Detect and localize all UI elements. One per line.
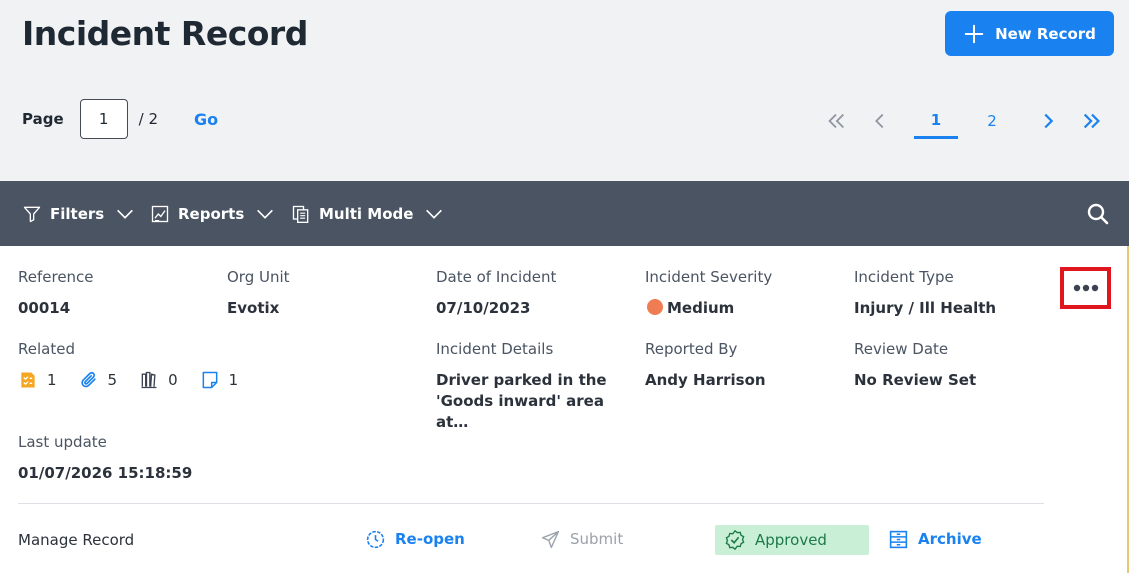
reference-label: Reference — [18, 268, 94, 286]
last-update-label: Last update — [18, 433, 107, 451]
multi-mode-dropdown[interactable]: Multi Mode — [291, 181, 445, 246]
incident-type-value: Injury / Ill Health — [854, 299, 997, 317]
note-icon — [202, 371, 218, 389]
new-record-label: New Record — [995, 24, 1096, 43]
next-page-button[interactable] — [1037, 103, 1059, 139]
related-documents-count: 0 — [168, 371, 178, 389]
chevron-down-icon — [426, 209, 443, 219]
chevron-down-icon — [117, 209, 134, 219]
send-icon — [541, 530, 560, 548]
reported-by-label: Reported By — [645, 340, 738, 358]
multi-mode-label: Multi Mode — [319, 204, 414, 223]
reference-value: 00014 — [18, 299, 71, 317]
first-page-button[interactable] — [825, 103, 847, 139]
reports-label: Reports — [178, 204, 245, 223]
new-record-button[interactable]: New Record — [945, 11, 1114, 56]
task-list-icon — [21, 372, 35, 388]
books-icon — [141, 371, 157, 389]
related-notes-count: 1 — [228, 371, 239, 389]
related-attachments[interactable]: 5 — [79, 370, 118, 390]
org-unit-value: Evotix — [227, 299, 280, 317]
paperclip-icon — [80, 371, 96, 388]
archive-cabinet-icon — [889, 530, 908, 548]
related-notes[interactable]: 1 — [200, 370, 239, 390]
page-title: Incident Record — [22, 14, 308, 53]
page-2-button[interactable]: 2 — [970, 103, 1014, 139]
report-chart-icon — [151, 205, 169, 222]
submit-button[interactable]: Submit — [540, 524, 623, 554]
related-label: Related — [18, 340, 75, 358]
chevron-down-icon — [257, 209, 274, 219]
related-items: 1 5 0 1 — [18, 368, 260, 392]
severity-dot-icon — [647, 299, 663, 315]
page-header-area: Incident Record New Record Page / 2 Go 1… — [0, 0, 1129, 181]
incident-type-label: Incident Type — [854, 268, 954, 286]
incident-severity-value: Medium — [647, 299, 734, 317]
chevron-right-icon — [1044, 113, 1054, 129]
date-of-incident-label: Date of Incident — [436, 268, 557, 286]
last-update-value: 01/07/2026 15:18:59 — [18, 464, 193, 482]
related-tasks-count: 1 — [47, 371, 57, 389]
archive-label: Archive — [918, 530, 982, 548]
incident-details-value: Driver parked in the 'Goods inward' area… — [436, 371, 607, 431]
filters-dropdown[interactable]: Filters — [22, 181, 136, 246]
incident-severity-label: Incident Severity — [645, 268, 773, 286]
more-options-button[interactable] — [1060, 267, 1111, 309]
severity-text: Medium — [667, 299, 735, 317]
plus-icon — [964, 24, 984, 43]
incident-details-label: Incident Details — [436, 340, 554, 358]
approved-label: Approved — [755, 531, 827, 549]
org-unit-label: Org Unit — [227, 268, 290, 286]
clock-icon — [366, 530, 385, 548]
review-date-value: No Review Set — [854, 371, 977, 389]
page-jump: Page / 2 Go — [22, 99, 218, 139]
search-icon[interactable] — [1086, 202, 1110, 226]
page-1-button[interactable]: 1 — [914, 103, 958, 139]
reopen-button[interactable]: Re-open — [365, 524, 465, 554]
related-tasks[interactable]: 1 — [18, 370, 57, 390]
page-total: / 2 — [138, 110, 158, 128]
multi-document-icon — [292, 205, 309, 223]
record-toolbar: Filters Reports Multi Mode — [0, 181, 1129, 246]
approved-status-badge: Approved — [715, 525, 869, 555]
related-documents[interactable]: 0 — [139, 370, 178, 390]
divider — [18, 503, 1044, 504]
reported-by-value: Andy Harrison — [645, 371, 766, 389]
date-of-incident-value: 07/10/2023 — [436, 299, 531, 317]
review-date-label: Review Date — [854, 340, 949, 358]
reopen-label: Re-open — [395, 530, 465, 548]
double-chevron-left-icon — [828, 113, 844, 129]
verified-badge-icon — [725, 529, 745, 551]
double-chevron-right-icon — [1083, 113, 1100, 129]
previous-page-button[interactable] — [869, 103, 891, 139]
page-label: Page — [22, 110, 64, 128]
go-button[interactable]: Go — [194, 110, 218, 129]
chevron-left-icon — [875, 113, 884, 129]
reports-dropdown[interactable]: Reports — [150, 181, 276, 246]
related-attachments-count: 5 — [107, 371, 118, 389]
filters-label: Filters — [50, 204, 105, 223]
filter-icon — [23, 206, 41, 222]
submit-label: Submit — [570, 530, 624, 548]
archive-button[interactable]: Archive — [888, 524, 982, 554]
last-page-button[interactable] — [1081, 103, 1103, 139]
ellipsis-icon — [1073, 284, 1098, 292]
page-number-input[interactable] — [79, 99, 128, 139]
manage-record-label: Manage Record — [18, 531, 135, 549]
